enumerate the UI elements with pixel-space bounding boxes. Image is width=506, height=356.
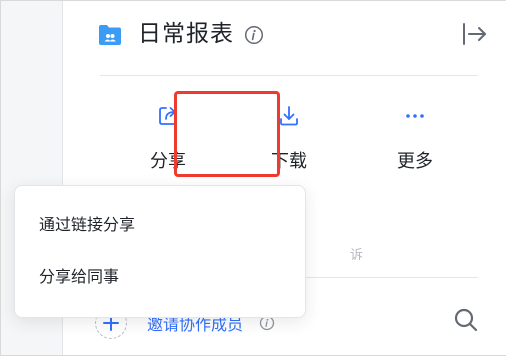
more-label: 更多 (397, 151, 433, 172)
app-frame: 日常报表 分享 下载 更多 诉 邀请协作成员 通过链接分享 分享给同事 (0, 0, 506, 356)
share-to-colleague-item[interactable]: 分享给同事 (15, 253, 305, 301)
download-button[interactable]: 下载 (234, 91, 344, 179)
page-title: 日常报表 (138, 21, 234, 47)
share-button[interactable]: 分享 (113, 91, 223, 179)
more-icon (406, 114, 424, 118)
download-icon (280, 106, 298, 126)
divider (100, 75, 478, 76)
download-label: 下载 (271, 151, 307, 172)
more-button[interactable]: 更多 (360, 91, 470, 179)
share-via-link-item[interactable]: 通过链接分享 (15, 201, 305, 249)
exit-panel-icon[interactable] (461, 21, 489, 47)
share-icon (159, 107, 177, 125)
info-icon[interactable] (244, 25, 264, 45)
share-label: 分享 (150, 151, 186, 172)
shared-folder-icon (99, 25, 121, 45)
search-icon[interactable] (453, 307, 479, 333)
share-popup-menu: 通过链接分享 分享给同事 (14, 185, 306, 318)
obscured-text: 诉 (350, 248, 364, 263)
